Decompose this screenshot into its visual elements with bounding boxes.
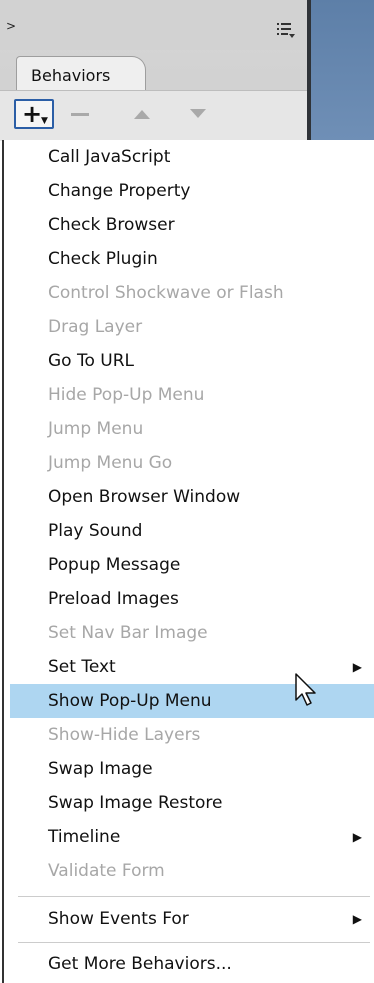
mouse-pointer-icon: [295, 673, 316, 706]
menu-item-label: Jump Menu: [48, 419, 144, 439]
menu-item-label: Set Nav Bar Image: [48, 623, 208, 643]
menu-item-label: Get More Behaviors...: [48, 954, 232, 974]
panel-options-menu-icon[interactable]: [276, 20, 296, 40]
menu-separator: [18, 942, 370, 943]
menu-item-drag-layer: Drag Layer: [10, 310, 374, 344]
menu-item-check-browser[interactable]: Check Browser: [10, 208, 374, 242]
menu-item-label: Play Sound: [48, 521, 143, 541]
menu-item-call-javascript[interactable]: Call JavaScript: [10, 140, 374, 174]
menu-item-label: Show-Hide Layers: [48, 725, 201, 745]
menu-separator: [18, 896, 370, 897]
menu-item-set-nav-bar-image: Set Nav Bar Image: [10, 616, 374, 650]
menu-item-label: Go To URL: [48, 351, 135, 371]
menu-item-swap-image[interactable]: Swap Image: [10, 752, 374, 786]
menu-item-jump-menu: Jump Menu: [10, 412, 374, 446]
menu-item-label: Show Events For: [48, 909, 189, 929]
menu-item-label: Control Shockwave or Flash: [48, 283, 284, 303]
menu-item-control-shockwave-or-flash: Control Shockwave or Flash: [10, 276, 374, 310]
menu-item-change-property[interactable]: Change Property: [10, 174, 374, 208]
menu-item-show-events-for[interactable]: Show Events For ▶: [10, 902, 374, 936]
tab-behaviors-label: Behaviors: [31, 66, 111, 85]
menu-item-label: Check Browser: [48, 215, 175, 235]
menu-item-label: Validate Form: [48, 861, 165, 881]
menu-item-check-plugin[interactable]: Check Plugin: [10, 242, 374, 276]
menu-item-label: Call JavaScript: [48, 147, 171, 167]
menu-item-label: Preload Images: [48, 589, 179, 609]
menu-item-label: Swap Image Restore: [48, 793, 223, 813]
plus-icon: +: [22, 100, 43, 128]
menu-item-label: Swap Image: [48, 759, 153, 779]
menu-item-popup-message[interactable]: Popup Message: [10, 548, 374, 582]
add-behavior-button[interactable]: + ▼: [14, 99, 54, 129]
document-window-edge: [311, 0, 374, 140]
collapse-arrow-icon[interactable]: >: [6, 20, 16, 32]
menu-item-label: Drag Layer: [48, 317, 143, 337]
menu-item-go-to-url[interactable]: Go To URL: [10, 344, 374, 378]
submenu-arrow-icon: ▶: [352, 660, 362, 674]
menu-item-label: Show Pop-Up Menu: [48, 691, 212, 711]
menu-item-label: Check Plugin: [48, 249, 158, 269]
move-up-button[interactable]: [130, 104, 154, 124]
menu-item-preload-images[interactable]: Preload Images: [10, 582, 374, 616]
menu-item-label: Jump Menu Go: [48, 453, 173, 473]
dropdown-caret-icon: ▼: [41, 116, 48, 126]
submenu-arrow-icon: ▶: [352, 830, 362, 844]
menu-item-timeline[interactable]: Timeline ▶: [10, 820, 374, 854]
move-down-button[interactable]: [186, 104, 210, 124]
menu-item-label: Popup Message: [48, 555, 181, 575]
menu-item-open-browser-window[interactable]: Open Browser Window: [10, 480, 374, 514]
submenu-arrow-icon: ▶: [352, 912, 362, 926]
tab-behaviors[interactable]: Behaviors: [16, 56, 146, 91]
menu-item-label: Set Text: [48, 657, 116, 677]
menu-item-swap-image-restore[interactable]: Swap Image Restore: [10, 786, 374, 820]
menu-item-validate-form: Validate Form: [10, 854, 374, 888]
menu-item-hide-pop-up-menu: Hide Pop-Up Menu: [10, 378, 374, 412]
menu-item-label: Change Property: [48, 181, 191, 201]
menu-item-label: Timeline: [48, 827, 121, 847]
remove-behavior-button[interactable]: [68, 104, 94, 124]
menu-item-label: Open Browser Window: [48, 487, 241, 507]
add-behavior-menu: Call JavaScript Change Property Check Br…: [2, 140, 374, 983]
menu-item-show-hide-layers: Show-Hide Layers: [10, 718, 374, 752]
menu-item-jump-menu-go: Jump Menu Go: [10, 446, 374, 480]
panel-title-bar: [0, 0, 307, 50]
menu-item-get-more-behaviors[interactable]: Get More Behaviors...: [10, 947, 374, 981]
menu-item-label: Hide Pop-Up Menu: [48, 385, 205, 405]
menu-item-play-sound[interactable]: Play Sound: [10, 514, 374, 548]
